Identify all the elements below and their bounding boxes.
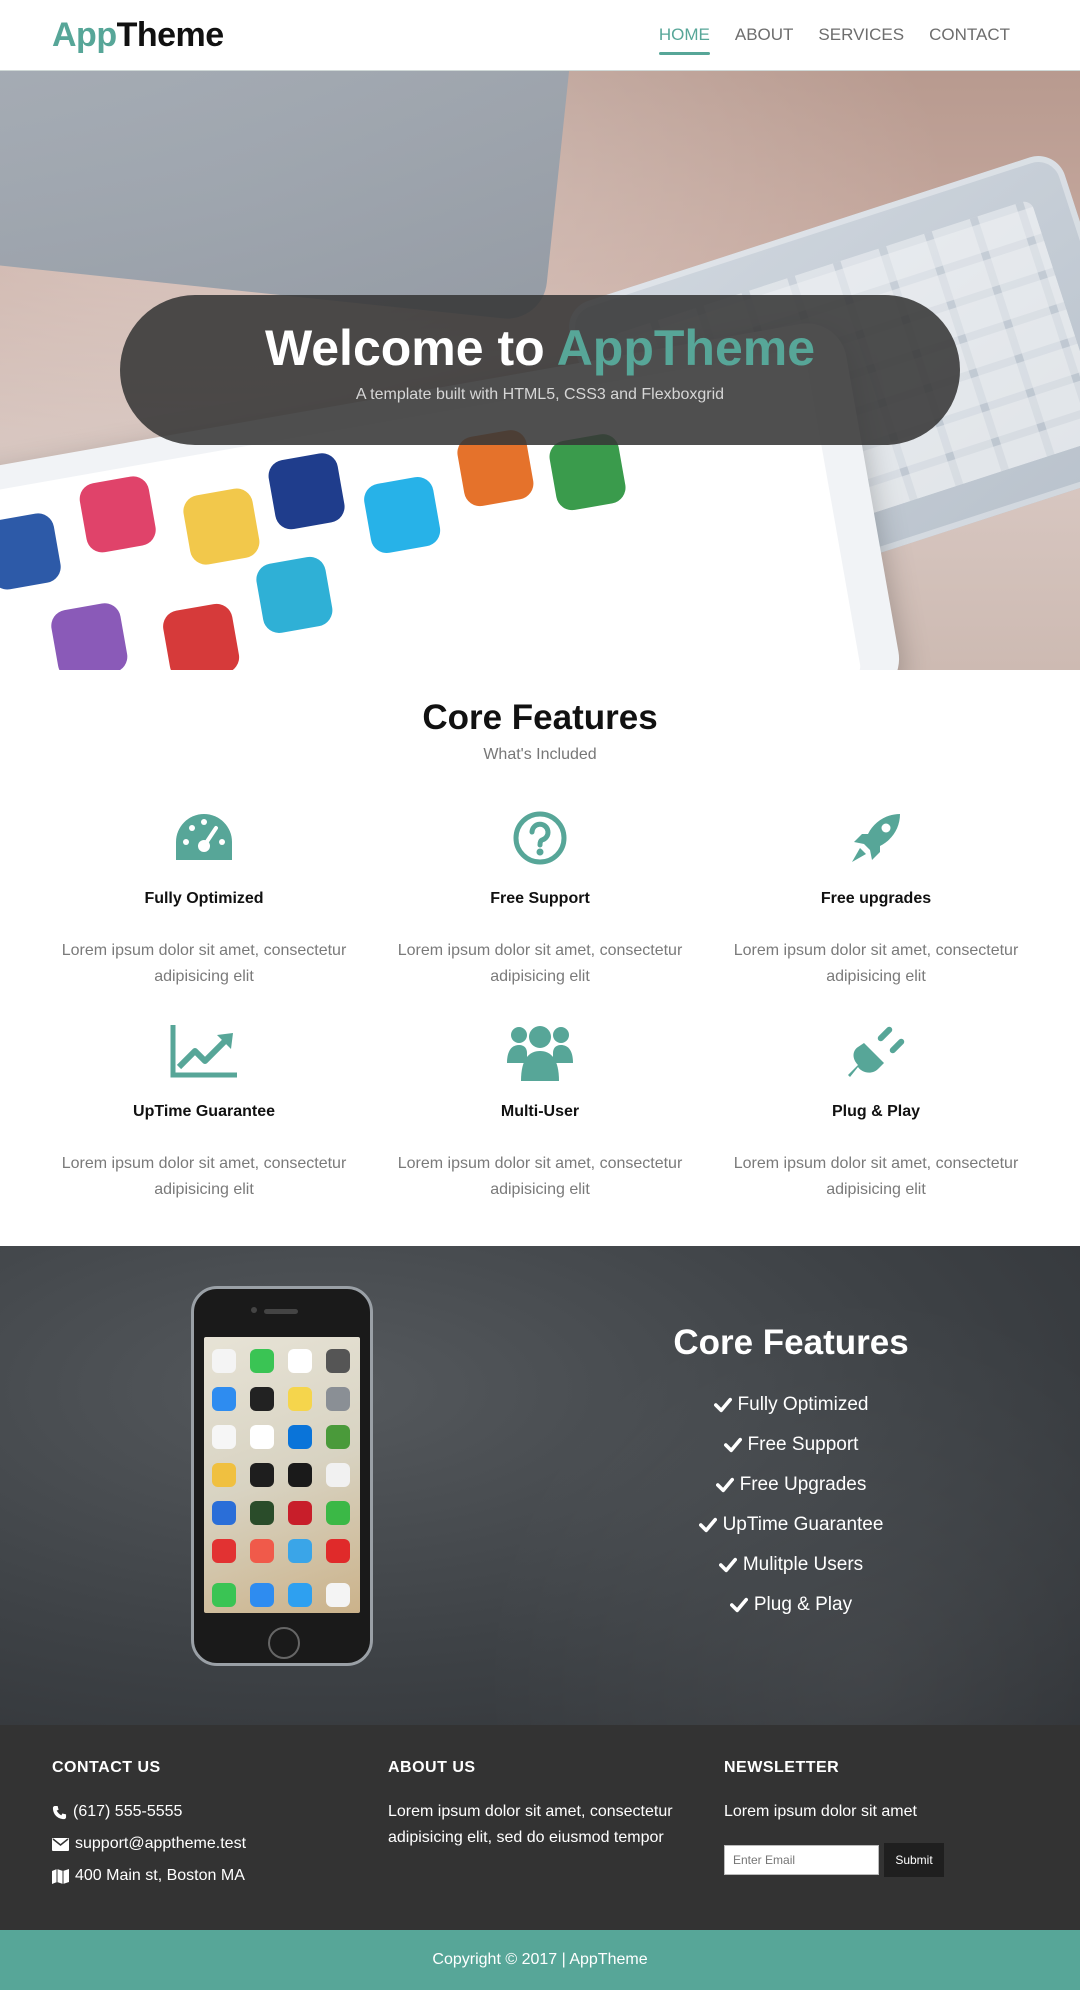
hero-title-prefix: Welcome to (264, 320, 557, 376)
logo[interactable]: AppTheme (52, 16, 224, 55)
feature-card: Fully Optimized Lorem ipsum dolor sit am… (36, 804, 372, 989)
feature-card: Plug & Play Lorem ipsum dolor sit amet, … (708, 1017, 1044, 1202)
newsletter-text: Lorem ipsum dolor sit amet (724, 1803, 917, 1820)
showcase-item-label: UpTime Guarantee (722, 1514, 884, 1535)
footer-newsletter: NEWSLETTER Lorem ipsum dolor sit amet Su… (724, 1759, 1060, 1930)
nav-services[interactable]: SERVICES (818, 19, 904, 51)
showcase-section: Core Features Fully Optimized Free Suppo… (0, 1246, 1080, 1725)
showcase-item: Mulitple Users (643, 1545, 939, 1585)
feature-text: Lorem ipsum dolor sit amet, consectetur … (733, 942, 1019, 985)
features-subtitle: What's Included (483, 746, 597, 763)
page: AppTheme HOME ABOUT SERVICES CONTACT Wel… (0, 0, 1080, 1990)
newsletter-heading: NEWSLETTER (724, 1759, 840, 1776)
hero-laptop-image (0, 71, 574, 323)
rocket-icon (708, 804, 1044, 872)
contact-email-text[interactable]: support@apptheme.test (75, 1835, 246, 1853)
newsletter-form: Submit (724, 1842, 1060, 1877)
envelope-icon (52, 1837, 69, 1851)
check-icon (723, 1437, 742, 1453)
main-nav: HOME ABOUT SERVICES CONTACT (658, 19, 1010, 55)
dashboard-icon (36, 804, 372, 872)
feature-text: Lorem ipsum dolor sit amet, consectetur … (61, 942, 347, 985)
check-icon (713, 1397, 732, 1413)
features-grid: Fully Optimized Lorem ipsum dolor sit am… (0, 804, 1080, 1202)
nav-home[interactable]: HOME (658, 19, 710, 55)
hero-subtitle: A template built with HTML5, CSS3 and Fl… (355, 386, 725, 403)
about-text: Lorem ipsum dolor sit amet, consectetur … (388, 1803, 673, 1846)
phone-icon (52, 1805, 67, 1819)
newsletter-email-input[interactable] (724, 1844, 879, 1875)
feature-title: Free upgrades (820, 890, 932, 907)
feature-title: UpTime Guarantee (133, 1103, 275, 1121)
site-footer: CONTACT US (617) 555-5555 support@appthe… (0, 1725, 1080, 1930)
feature-card: Free Support Lorem ipsum dolor sit amet,… (372, 804, 708, 989)
feature-card: Free upgrades Lorem ipsum dolor sit amet… (708, 804, 1044, 989)
contact-phone: (617) 555-5555 (52, 1803, 388, 1821)
footer-about: ABOUT US Lorem ipsum dolor sit amet, con… (388, 1759, 724, 1930)
check-icon (729, 1597, 748, 1613)
phone-image (191, 1286, 373, 1666)
feature-text: Lorem ipsum dolor sit amet, consectetur … (733, 1155, 1019, 1198)
question-circle-icon (372, 804, 708, 872)
feature-title: Fully Optimized (144, 890, 264, 907)
showcase-item-label: Mulitple Users (742, 1554, 864, 1575)
features-section: Core Features What's Included Fully Opti… (0, 670, 1080, 1246)
newsletter-submit-button[interactable]: Submit (884, 1842, 944, 1877)
contact-address-text: 400 Main st, Boston MA (75, 1867, 245, 1884)
nav-about[interactable]: ABOUT (735, 19, 794, 51)
feature-title: Free Support (490, 890, 590, 907)
contact-heading: CONTACT US (52, 1759, 161, 1776)
showcase-item-label: Plug & Play (753, 1594, 853, 1615)
feature-title: Plug & Play (831, 1103, 921, 1121)
showcase-title: Core Features (673, 1323, 909, 1362)
plug-icon (708, 1017, 1044, 1085)
line-chart-icon (36, 1017, 372, 1085)
map-icon (52, 1868, 69, 1884)
users-icon (372, 1017, 708, 1085)
copyright-bar: Copyright © 2017 | AppTheme (0, 1930, 1080, 1990)
check-icon (715, 1477, 734, 1493)
contact-email: support@apptheme.test (52, 1835, 388, 1853)
showcase-item: Fully Optimized (643, 1385, 939, 1425)
showcase-item-label: Free Upgrades (739, 1474, 867, 1495)
site-header: AppTheme HOME ABOUT SERVICES CONTACT (0, 0, 1080, 71)
showcase-item: Plug & Play (643, 1585, 939, 1625)
feature-title: Multi-User (500, 1103, 580, 1121)
logo-accent: App (52, 15, 117, 54)
showcase-item-label: Fully Optimized (737, 1394, 869, 1415)
hero-section: Welcome to AppTheme A template built wit… (0, 71, 1080, 670)
check-icon (698, 1517, 717, 1533)
feature-card: Multi-User Lorem ipsum dolor sit amet, c… (372, 1017, 708, 1202)
logo-main: Theme (116, 15, 225, 54)
check-icon (718, 1557, 737, 1573)
nav-contact[interactable]: CONTACT (929, 19, 1010, 51)
feature-text: Lorem ipsum dolor sit amet, consectetur … (397, 1155, 683, 1198)
hero-banner: Welcome to AppTheme A template built wit… (120, 295, 960, 445)
contact-phone-text[interactable]: (617) 555-5555 (73, 1803, 182, 1821)
showcase-item: UpTime Guarantee (643, 1505, 939, 1545)
about-heading: ABOUT US (388, 1759, 476, 1776)
contact-address: 400 Main st, Boston MA (52, 1867, 388, 1885)
feature-text: Lorem ipsum dolor sit amet, consectetur … (61, 1155, 347, 1198)
showcase-item: Free Upgrades (643, 1465, 939, 1505)
feature-text: Lorem ipsum dolor sit amet, consectetur … (397, 942, 683, 985)
footer-contact: CONTACT US (617) 555-5555 support@appthe… (52, 1759, 388, 1930)
showcase-list: Core Features Fully Optimized Free Suppo… (643, 1323, 939, 1625)
showcase-item-label: Free Support (747, 1434, 859, 1455)
feature-card: UpTime Guarantee Lorem ipsum dolor sit a… (36, 1017, 372, 1202)
showcase-item: Free Support (643, 1425, 939, 1465)
features-title: Core Features (422, 698, 658, 737)
hero-title-accent: AppTheme (556, 320, 816, 376)
hero-title: Welcome to AppTheme (120, 321, 960, 376)
